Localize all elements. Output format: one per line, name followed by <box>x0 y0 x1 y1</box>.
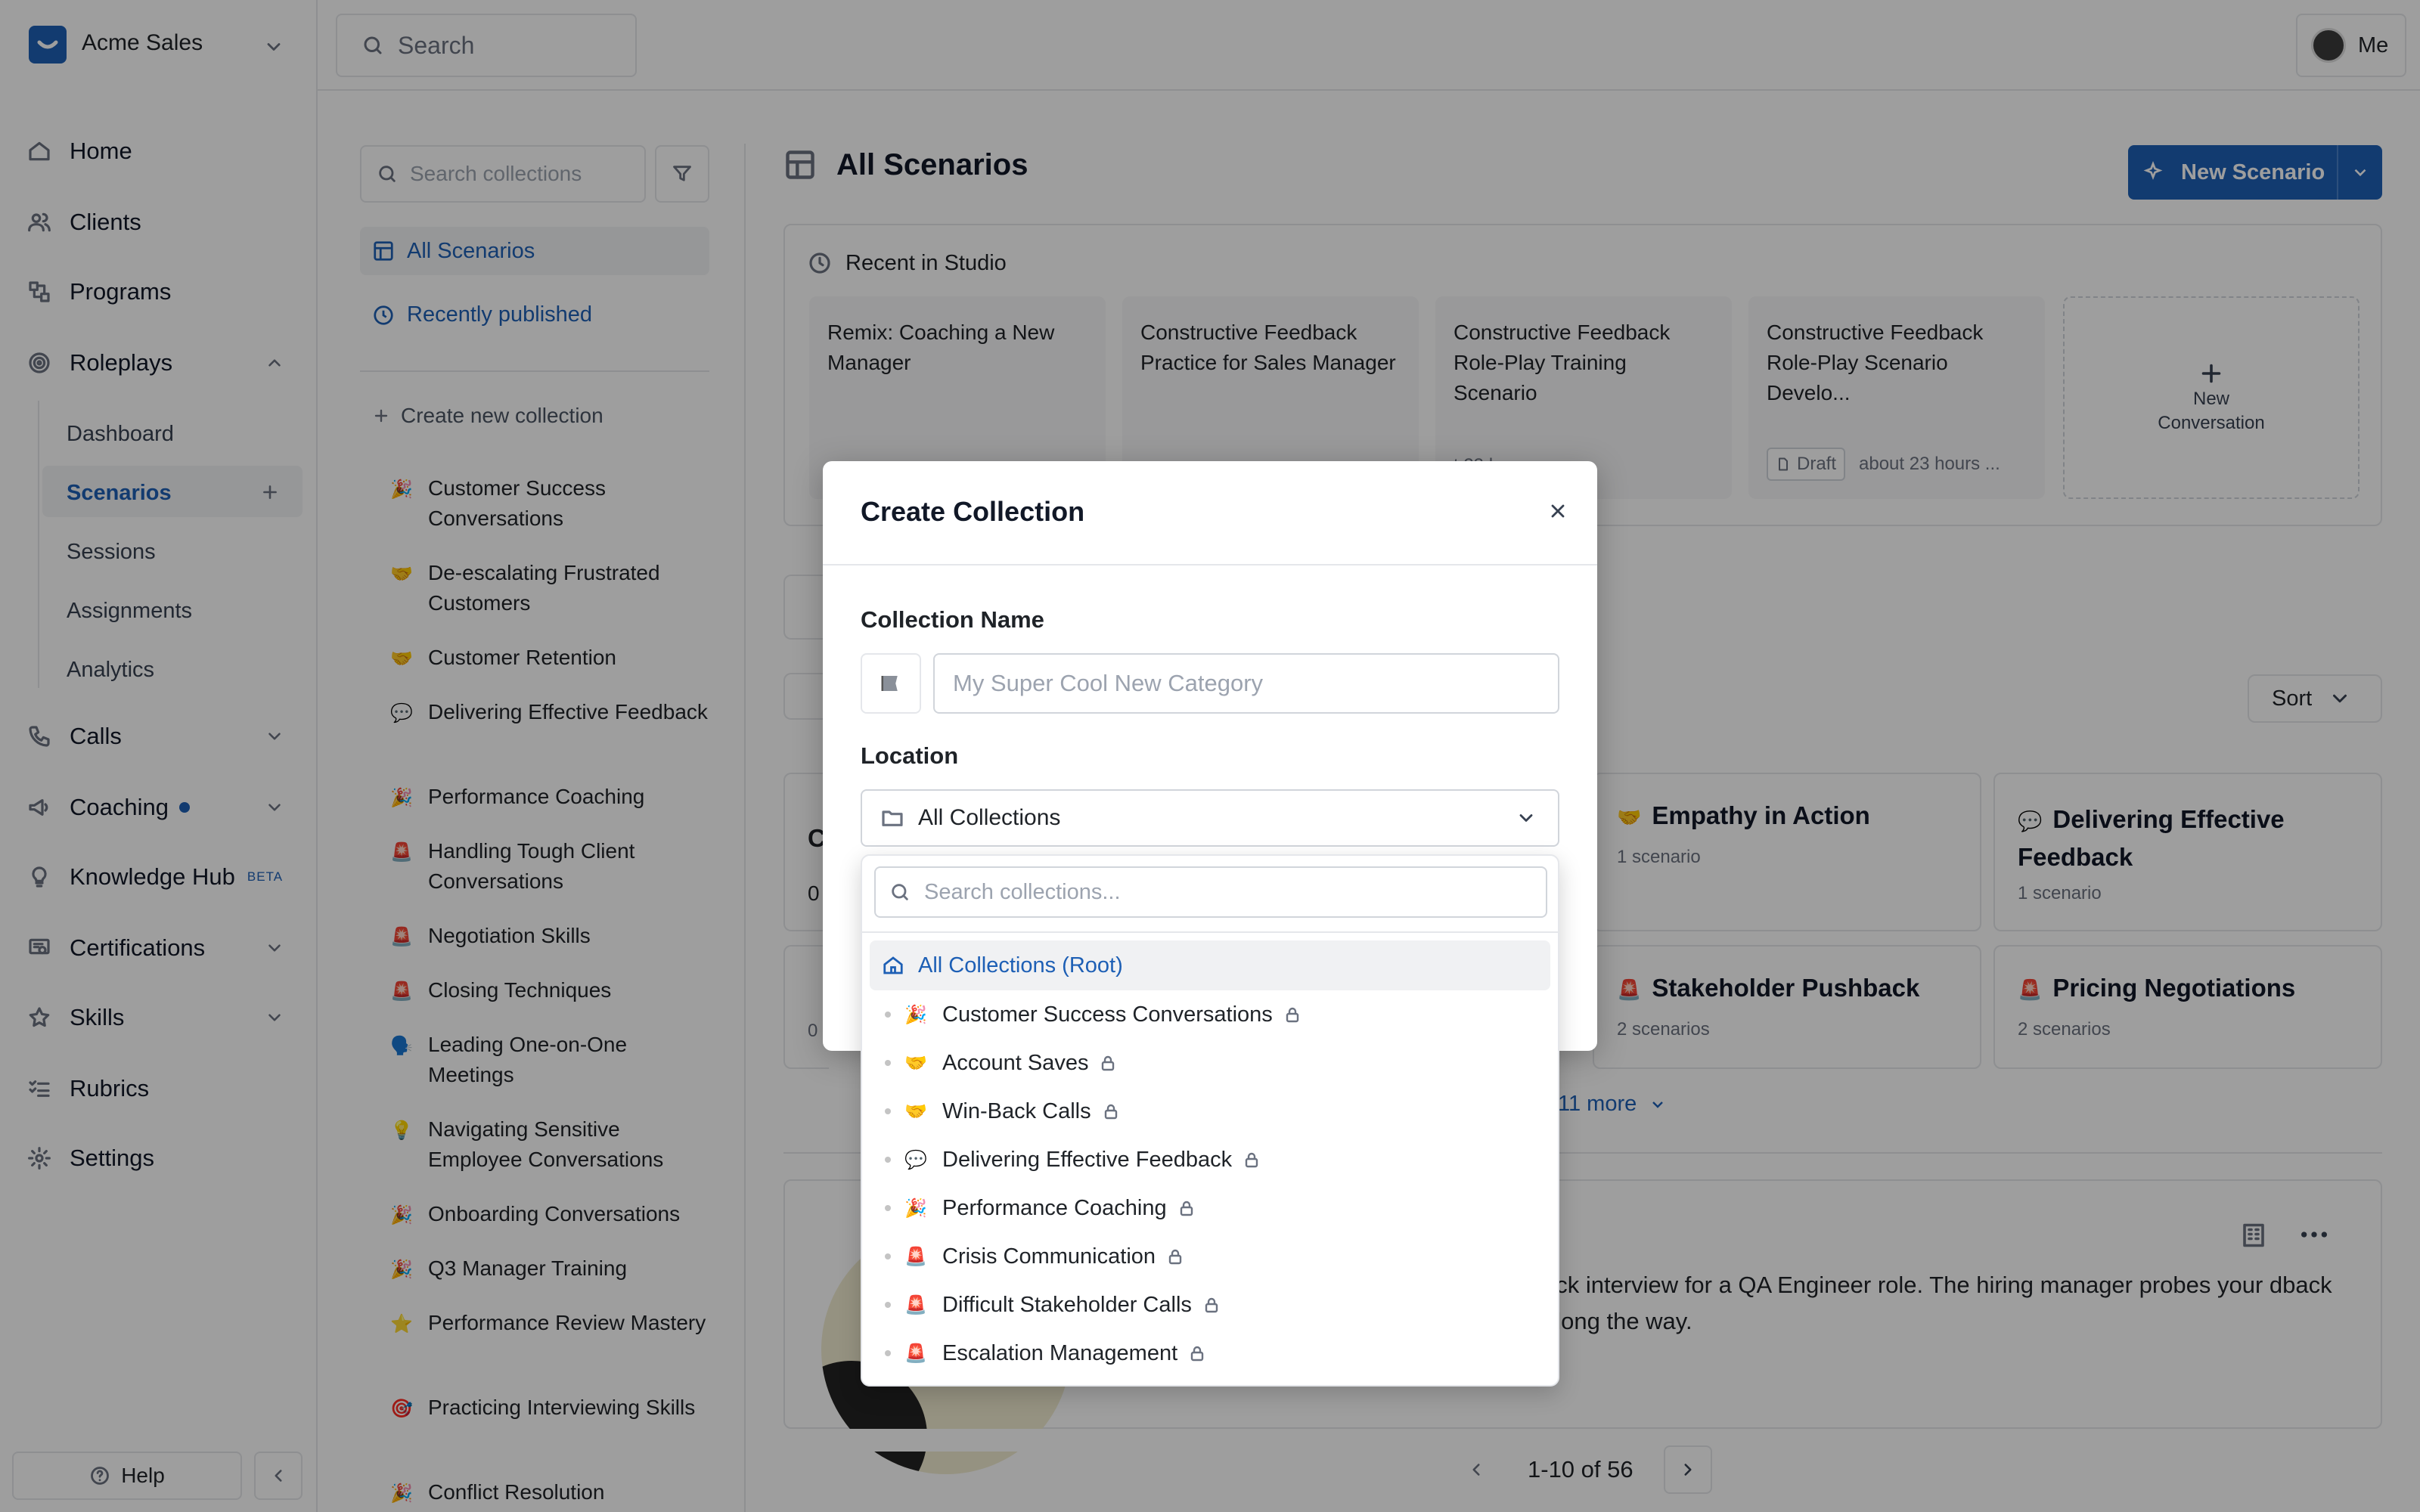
emoji-picker-button[interactable] <box>861 653 921 714</box>
lock-icon <box>1104 1104 1117 1120</box>
modal-title: Create Collection <box>861 496 1085 527</box>
option-emoji: 🎉 <box>904 1004 927 1025</box>
dropdown-option[interactable]: 🚨 Difficult Stakeholder Calls <box>862 1281 1558 1329</box>
dropdown-option[interactable]: 🤝 Account Saves <box>862 1039 1558 1087</box>
tree-dot <box>885 1350 891 1356</box>
tree-dot <box>885 1108 891 1114</box>
option-emoji: 🚨 <box>904 1294 927 1315</box>
option-emoji: 🚨 <box>904 1343 927 1364</box>
lock-icon <box>1102 1055 1115 1071</box>
dropdown-divider <box>862 931 1558 933</box>
flag-icon <box>881 676 898 691</box>
tree-dot <box>885 1302 891 1308</box>
option-emoji: 💬 <box>904 1149 927 1170</box>
search-icon <box>892 884 908 900</box>
option-emoji: 🤝 <box>904 1052 927 1074</box>
option-label: Escalation Management <box>942 1340 1178 1365</box>
dropdown-option[interactable]: 🚨 Crisis Communication <box>862 1232 1558 1281</box>
dropdown-option[interactable]: 🤝 Win-Back Calls <box>862 1087 1558 1136</box>
dropdown-search-input[interactable]: Search collections... <box>874 866 1547 918</box>
dropdown-option[interactable]: 🚨 Escalation Management <box>862 1329 1558 1377</box>
option-label: Difficult Stakeholder Calls <box>942 1292 1192 1317</box>
collection-name-input[interactable]: My Super Cool New Category <box>933 653 1559 714</box>
tree-dot <box>885 1205 891 1211</box>
option-emoji: 🤝 <box>904 1101 927 1122</box>
collection-name-placeholder: My Super Cool New Category <box>953 670 1264 696</box>
dropdown-option[interactable]: 🎉 Performance Coaching <box>862 1184 1558 1232</box>
dropdown-option[interactable]: 🎉 Customer Success Conversations <box>862 990 1558 1039</box>
lock-icon <box>1180 1201 1193 1216</box>
option-label: Crisis Communication <box>942 1244 1156 1269</box>
lock-icon <box>1190 1346 1204 1362</box>
location-label: Location <box>861 742 959 769</box>
collection-name-label: Collection Name <box>861 606 1044 633</box>
location-dropdown: Search collections... All Collections (R… <box>861 854 1559 1387</box>
lock-icon <box>1286 1007 1298 1023</box>
lock-icon <box>1205 1297 1218 1313</box>
tree-dot <box>885 1060 891 1066</box>
modal-divider <box>823 564 1597 565</box>
option-label: Delivering Effective Feedback <box>942 1147 1233 1172</box>
folder-icon <box>882 810 903 826</box>
dropdown-search-placeholder: Search collections... <box>924 879 1121 904</box>
lock-icon <box>1168 1249 1182 1265</box>
home-icon <box>883 956 903 974</box>
chevron-down-icon <box>1519 814 1533 822</box>
option-label: Customer Success Conversations <box>942 1002 1273 1027</box>
option-label: Performance Coaching <box>942 1195 1167 1220</box>
tree-dot <box>885 1157 891 1163</box>
option-emoji: 🚨 <box>904 1246 927 1267</box>
dropdown-root-label: All Collections (Root) <box>918 953 1123 978</box>
location-value: All Collections <box>918 805 1061 830</box>
location-select[interactable]: All Collections <box>861 789 1559 847</box>
dropdown-option[interactable]: 💬 Delivering Effective Feedback <box>862 1136 1558 1184</box>
lock-icon <box>1245 1152 1258 1168</box>
option-label: Account Saves <box>942 1050 1089 1075</box>
option-emoji: 🎉 <box>904 1198 927 1219</box>
close-icon[interactable] <box>1547 500 1568 522</box>
dropdown-option-root[interactable]: All Collections (Root) <box>870 940 1550 990</box>
tree-dot <box>885 1253 891 1259</box>
tree-dot <box>885 1012 891 1018</box>
option-label: Win-Back Calls <box>942 1098 1091 1123</box>
